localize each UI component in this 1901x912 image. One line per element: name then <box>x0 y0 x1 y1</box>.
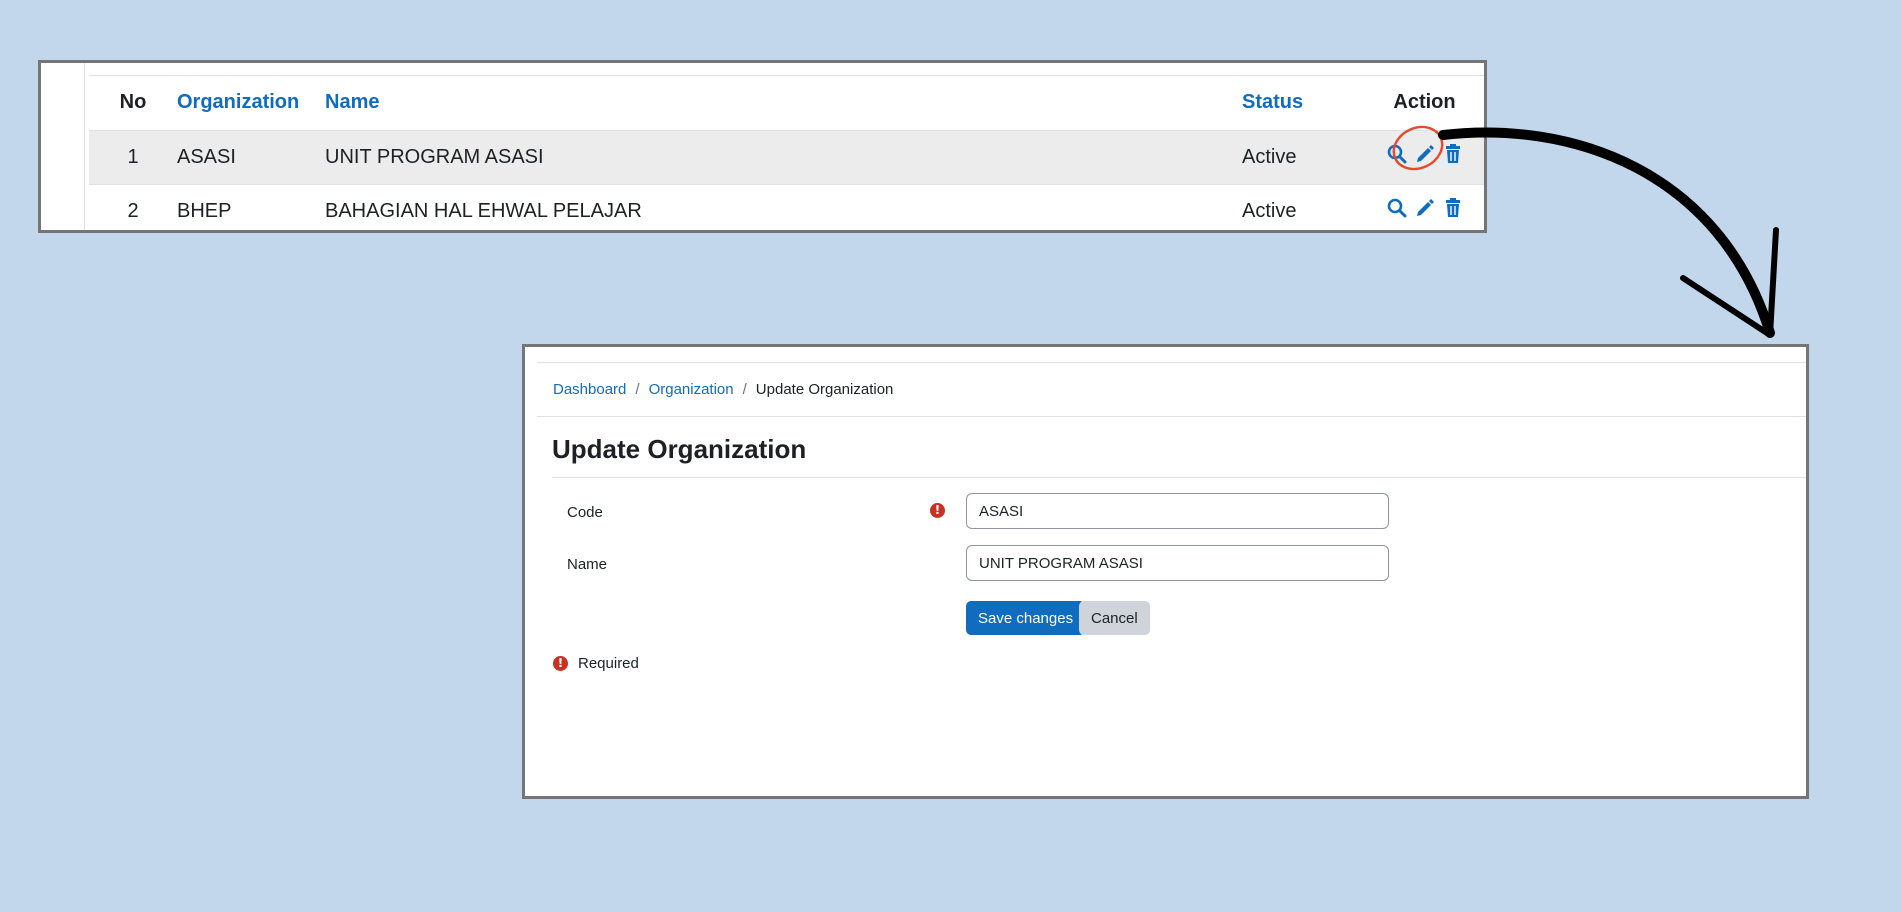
breadcrumb-dashboard-link[interactable]: Dashboard <box>553 381 626 398</box>
breadcrumb-organization-link[interactable]: Organization <box>649 381 734 398</box>
code-input[interactable] <box>966 493 1389 529</box>
breadcrumb-separator: / <box>635 381 640 398</box>
title-divider <box>552 477 1806 478</box>
required-icon: ! <box>930 503 945 518</box>
update-form-panel: Dashboard / Organization / Update Organi… <box>522 344 1809 799</box>
breadcrumb-separator: / <box>742 381 747 398</box>
name-label: Name <box>567 556 608 573</box>
required-icon: ! <box>553 656 568 671</box>
save-changes-button[interactable]: Save changes <box>966 601 1086 635</box>
breadcrumb: Dashboard / Organization / Update Organi… <box>537 362 1806 417</box>
name-input[interactable] <box>966 545 1389 581</box>
highlight-circle <box>1392 125 1444 171</box>
page-title: Update Organization <box>552 434 807 464</box>
code-label: Code <box>567 504 603 521</box>
breadcrumb-current: Update Organization <box>755 381 894 398</box>
cancel-button[interactable]: Cancel <box>1079 601 1150 635</box>
required-note-label: Required <box>578 655 639 672</box>
required-note: ! Required <box>553 655 639 672</box>
